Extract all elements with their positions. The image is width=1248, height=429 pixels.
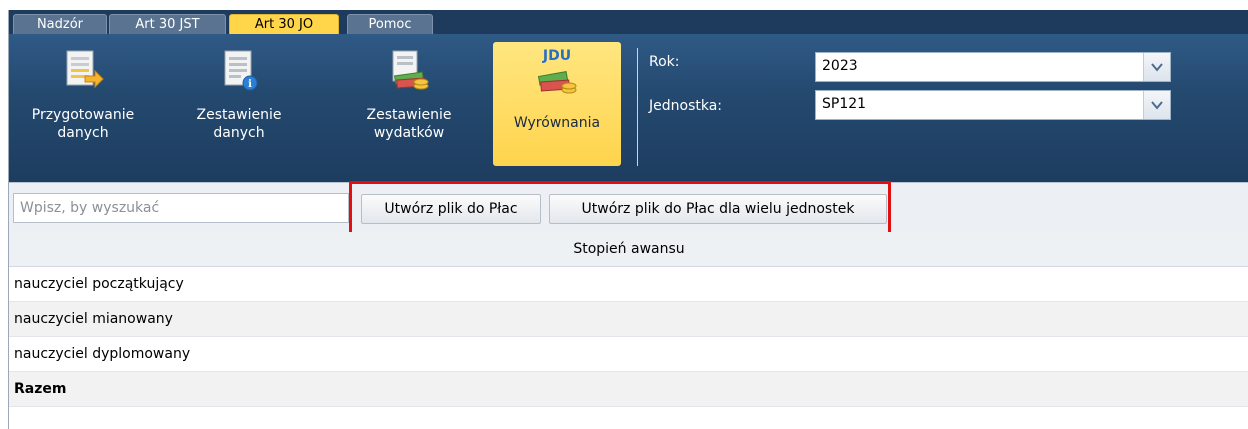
- ribbon-label: Przygotowanie: [31, 107, 135, 123]
- svg-text:i: i: [248, 79, 252, 90]
- jednostka-select[interactable]: SP121: [815, 90, 1171, 120]
- chevron-down-icon[interactable]: [1143, 91, 1170, 119]
- document-info-icon: i: [224, 50, 258, 91]
- ribbon-separator: [637, 48, 638, 166]
- app-window: Nadzór Art 30 JST Art 30 JO Pomoc Przygo…: [8, 10, 1248, 429]
- total-row[interactable]: Razem: [9, 372, 1248, 407]
- ribbon-label: wydatków: [373, 125, 445, 141]
- table-row[interactable]: nauczyciel dyplomowany: [9, 337, 1248, 372]
- search-input[interactable]: [13, 193, 349, 223]
- zestawienie-danych-button[interactable]: i Zestawienie danych: [179, 42, 299, 166]
- ribbon-label: danych: [213, 125, 265, 141]
- ribbon-label: Zestawienie: [366, 107, 452, 123]
- ribbon-label: Wyrównania: [513, 115, 601, 131]
- jednostka-label: Jednostka:: [649, 98, 723, 114]
- document-arrow-icon: [66, 50, 104, 89]
- column-header-stopien-awansu[interactable]: Stopień awansu: [9, 232, 1248, 267]
- ribbon-label: danych: [57, 125, 109, 141]
- rok-value: 2023: [822, 58, 858, 74]
- jdu-badge: JDU: [542, 48, 572, 64]
- przygotowanie-danych-button[interactable]: Przygotowanie danych: [13, 42, 153, 166]
- tab-art30-jst[interactable]: Art 30 JST: [109, 14, 226, 35]
- money-document-icon: [392, 50, 429, 90]
- ribbon: Przygotowanie danych i Zestawienie danyc…: [9, 34, 1248, 182]
- tab-art30-jo[interactable]: Art 30 JO: [229, 14, 339, 35]
- rok-label: Rok:: [649, 54, 680, 70]
- tab-nadzor[interactable]: Nadzór: [13, 14, 107, 35]
- data-grid: Stopień awansu nauczyciel początkujący n…: [9, 232, 1248, 407]
- table-row[interactable]: nauczyciel początkujący: [9, 267, 1248, 302]
- jednostka-value: SP121: [822, 96, 867, 112]
- rok-select[interactable]: 2023: [815, 52, 1171, 82]
- tab-pomoc[interactable]: Pomoc: [347, 14, 433, 35]
- main-tab-bar: Nadzór Art 30 JST Art 30 JO Pomoc: [9, 10, 1248, 35]
- red-highlight-box: [349, 181, 891, 235]
- money-jdu-icon: [537, 71, 577, 94]
- chevron-down-icon[interactable]: [1143, 53, 1170, 81]
- wyrownania-button[interactable]: JDU Wyrównania: [493, 42, 621, 166]
- zestawienie-wydatkow-button[interactable]: Zestawienie wydatków: [347, 42, 471, 166]
- table-row[interactable]: nauczyciel mianowany: [9, 302, 1248, 337]
- ribbon-label: Zestawienie: [196, 107, 282, 123]
